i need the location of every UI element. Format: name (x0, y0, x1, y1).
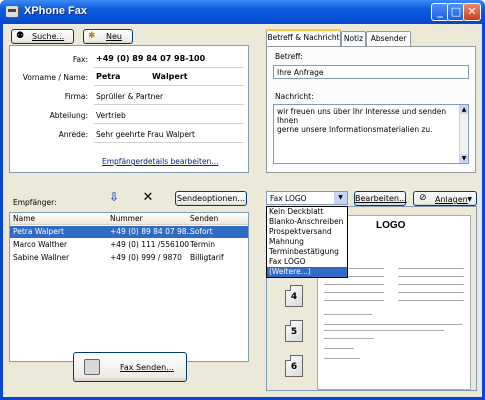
recipient-row[interactable]: Sabine Wallner +49 (0) 999 / 9870 Billig… (10, 252, 248, 264)
name-label: Vorname / Name: (22, 73, 88, 82)
new-star-icon: ✱ (88, 31, 96, 41)
dropdown-arrow-icon: ▼ (467, 196, 472, 203)
scroll-up-icon[interactable]: ▲ (460, 105, 468, 114)
row-name: Sabine Wallner (13, 253, 70, 262)
binoculars-icon: ⚉ (16, 31, 25, 41)
column-send-header[interactable]: Senden (190, 214, 218, 223)
scroll-down-icon[interactable]: ▼ (460, 154, 468, 163)
textarea-scrollbar[interactable]: ▲ ▼ (459, 105, 468, 163)
new-button-label: Neu (106, 32, 122, 41)
salutation-value: Sehr geehrte Frau Walpert (96, 130, 195, 139)
dropdown-option[interactable]: Fax LOGO (267, 257, 347, 267)
cover-dropdown-list: Kein Deckblatt Blanko-Anschreiben Prospe… (266, 206, 348, 278)
dropdown-option[interactable]: Kein Deckblatt (267, 207, 347, 217)
recipient-row[interactable]: Marco Walther +49 (0) 111 /556100 Termin (10, 239, 248, 251)
attachments-button[interactable]: ⊘ Anlagen ▼ (413, 191, 477, 206)
tab-note[interactable]: Notiz (341, 31, 366, 46)
delete-recipient-icon[interactable]: ✕ (140, 190, 156, 206)
fax-machine-icon (84, 359, 100, 375)
tab-subject-message-label: Betreff & Nachricht (267, 33, 340, 42)
row-send: Billigtarif (190, 253, 224, 262)
title-bar: XPhone Fax _ □ ✕ (0, 0, 485, 24)
page-thumbnail[interactable]: 6 (285, 355, 303, 377)
salutation-label: Anrede: (58, 130, 88, 139)
tab-note-label: Notiz (343, 34, 364, 43)
attachments-label: Anlagen (435, 195, 468, 204)
fax-app-icon (5, 5, 19, 18)
tab-subject-message[interactable]: Betreff & Nachricht (266, 29, 341, 46)
dropdown-option[interactable]: Terminbestätigung (267, 247, 347, 257)
page-thumbnail[interactable]: 4 (285, 285, 303, 307)
row-number: +49 (0) 89 84 07 98... (110, 227, 194, 236)
message-textarea[interactable]: wir freuen uns über Ihr Interesse und se… (273, 104, 469, 164)
client-area: ⚉ Suche... ✱ Neu Fax: +49 (0) 89 84 07 9… (3, 24, 482, 397)
send-options-button[interactable]: Sendeoptionen... (175, 191, 247, 206)
department-label: Abteilung: (49, 111, 88, 120)
edit-cover-button[interactable]: Bearbeiten... (354, 191, 407, 206)
message-line-2: gerne unsere Informationsmaterialien zu. (277, 125, 433, 134)
cover-select-value: Fax LOGO (270, 194, 307, 203)
subject-input[interactable]: Ihre Anfrage (273, 65, 469, 79)
edit-cover-label: Bearbeiten... (355, 194, 407, 203)
column-number-header[interactable]: Nummer (110, 214, 143, 223)
window-title: XPhone Fax (24, 5, 87, 17)
page-thumbnail[interactable]: 5 (285, 320, 303, 342)
subject-label: Betreff: (275, 52, 303, 61)
edit-recipient-link[interactable]: Empfängerdetails bearbeiten... (102, 157, 218, 166)
cover-select[interactable]: Fax LOGO ▼ (266, 191, 348, 205)
recipients-list: Name Nummer Senden Petra Walpert +49 (0)… (9, 212, 249, 362)
app-window: XPhone Fax _ □ ✕ ⚉ Suche... ✱ Neu Fax: +… (0, 0, 485, 400)
company-label: Firma: (64, 92, 88, 101)
department-value: Vertrieb (96, 111, 126, 120)
message-line-1: wir freuen uns über Ihr Interesse und se… (277, 107, 447, 125)
fax-value: +49 (0) 89 84 07 98-100 (96, 54, 206, 63)
row-number: +49 (0) 999 / 9870 (110, 253, 182, 262)
row-send: Termin (190, 240, 216, 249)
company-value: Sprüller & Partner (96, 92, 164, 101)
add-recipient-icon[interactable]: ⇩ (106, 190, 122, 206)
send-fax-button[interactable]: Fax Senden... (73, 352, 187, 382)
search-button[interactable]: ⚉ Suche... (11, 29, 74, 44)
recipient-row[interactable]: Petra Walpert +49 (0) 89 84 07 98... Sof… (10, 226, 248, 238)
dropdown-option[interactable]: (Weitere...) (267, 267, 347, 277)
close-button[interactable]: ✕ (463, 3, 481, 21)
dropdown-option[interactable]: Mahnung (267, 237, 347, 247)
paperclip-icon: ⊘ (419, 193, 427, 203)
fax-label: Fax: (72, 55, 88, 64)
search-button-label: Suche... (32, 32, 65, 41)
row-number: +49 (0) 111 /556100 (110, 240, 190, 249)
dropdown-option[interactable]: Prospektversand (267, 227, 347, 237)
message-label: Nachricht: (275, 92, 314, 101)
new-button[interactable]: ✱ Neu (83, 29, 133, 44)
recipient-details-panel: Fax: +49 (0) 89 84 07 98-100 Vorname / N… (9, 45, 249, 173)
tab-sender-label: Absender (370, 34, 407, 43)
tab-sender[interactable]: Absender (366, 31, 411, 46)
message-tab-panel: Betreff: Ihre Anfrage Nachricht: wir fre… (266, 46, 476, 173)
recipients-list-header: Name Nummer Senden (10, 213, 248, 225)
column-name-header[interactable]: Name (13, 214, 35, 223)
row-send: Sofort (190, 227, 213, 236)
dropdown-option[interactable]: Blanko-Anschreiben (267, 217, 347, 227)
send-fax-label: Fax Senden... (120, 363, 174, 372)
row-name: Petra Walpert (13, 227, 64, 236)
first-name-value: Petra (96, 72, 121, 81)
preview-logo: LOGO (376, 220, 406, 231)
recipients-label: Empfänger: (13, 198, 57, 207)
last-name-value: Walpert (152, 72, 188, 81)
row-name: Marco Walther (13, 240, 68, 249)
chevron-down-icon[interactable]: ▼ (334, 192, 347, 204)
